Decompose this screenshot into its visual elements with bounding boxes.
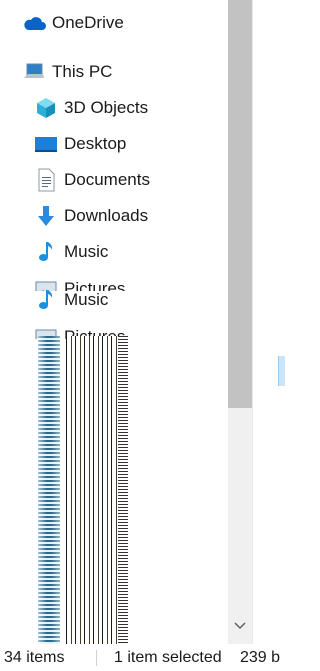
music-note-icon: [34, 288, 58, 312]
chevron-down-icon: [234, 622, 246, 630]
vertical-scrollbar-thumb[interactable]: [228, 0, 252, 408]
nav-item-music[interactable]: Music: [34, 235, 108, 269]
nav-item-onedrive[interactable]: OneDrive: [22, 6, 124, 40]
download-arrow-icon: [34, 204, 58, 228]
nav-item-documents[interactable]: Documents: [34, 163, 150, 197]
nav-item-label: Desktop: [64, 134, 127, 153]
nav-item-3d-objects[interactable]: 3D Objects: [34, 91, 148, 125]
selection-size: 239 b: [240, 648, 281, 666]
artifact-lines: [66, 336, 128, 644]
cloud-icon: [22, 11, 46, 35]
nav-item-desktop[interactable]: Desktop: [34, 127, 126, 161]
nav-item-label: This PC: [52, 62, 113, 81]
nav-item-this-pc[interactable]: This PC: [22, 55, 112, 89]
nav-item-music-duplicate[interactable]: Music: [34, 283, 108, 317]
documents-icon: [34, 168, 58, 192]
artifact-stripes: [38, 336, 60, 644]
navigation-pane: OneDrive This PC 3D Objects Desktop Docu…: [0, 0, 228, 644]
nav-item-label: Downloads: [64, 206, 149, 225]
status-bar: 34 items 1 item selected 239 b: [0, 644, 284, 671]
nav-item-label: Music: [64, 242, 109, 261]
nav-item-label: OneDrive: [52, 13, 124, 32]
computer-icon: [22, 60, 46, 84]
render-artifact: [36, 336, 128, 644]
cube-icon: [34, 96, 58, 120]
nav-item-label: 3D Objects: [64, 98, 149, 117]
scroll-down-button[interactable]: [228, 614, 252, 638]
selected-item-highlight: [278, 356, 285, 386]
desktop-icon: [34, 132, 58, 156]
status-divider: [96, 650, 97, 666]
nav-item-label: Music: [64, 290, 109, 309]
item-count: 34 items: [4, 648, 65, 666]
music-note-icon: [34, 240, 58, 264]
nav-item-downloads[interactable]: Downloads: [34, 199, 148, 233]
content-pane-edge: [252, 0, 285, 644]
nav-item-label: Documents: [64, 170, 150, 189]
selection-count: 1 item selected: [114, 648, 222, 666]
